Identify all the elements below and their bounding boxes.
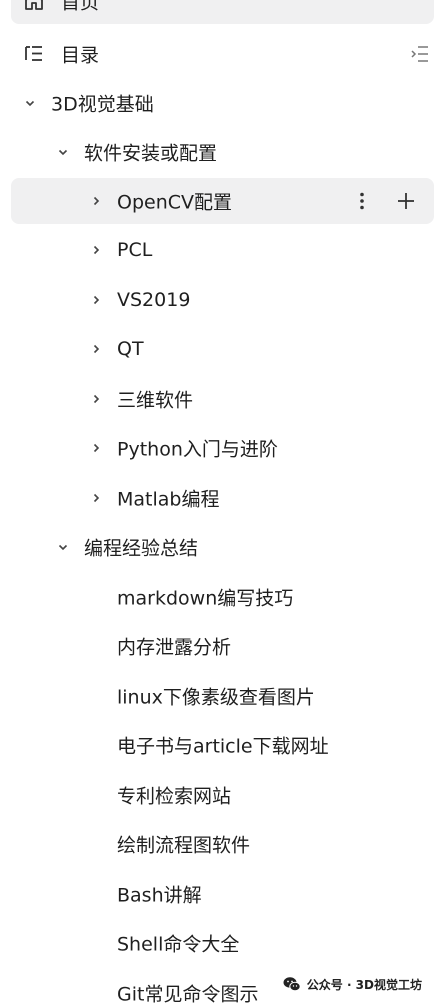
chevron-right-icon[interactable] — [89, 392, 103, 406]
tree-item-label: Bash讲解 — [117, 884, 202, 907]
more-vertical-icon[interactable] — [351, 190, 373, 212]
tree-item-python[interactable]: Python入门与进阶 — [11, 425, 434, 471]
tree-item-markdown[interactable]: markdown编写技巧 — [11, 574, 434, 620]
tree-item-opencv[interactable]: OpenCV配置 — [11, 178, 434, 224]
sidebar-page: 首页 目录 3D视觉基础 软件安装或配置 OpenCV配置 PCL VS2019… — [0, 0, 436, 1006]
chevron-right-icon[interactable] — [89, 491, 103, 505]
tree-node-root-label: 3D视觉基础 — [51, 93, 154, 116]
tree-item-label: Python入门与进阶 — [117, 438, 278, 461]
chevron-right-icon[interactable] — [89, 342, 103, 356]
watermark: 公众号 · 3D视觉工坊 — [282, 974, 422, 994]
tree-item-label: 专利检索网站 — [117, 785, 232, 808]
tree-item-patent[interactable]: 专利检索网站 — [11, 772, 434, 818]
tree-item-label: 电子书与article下载网址 — [117, 735, 329, 758]
plus-icon[interactable] — [395, 190, 417, 212]
tree-item-memory-leak[interactable]: 内存泄露分析 — [11, 623, 434, 669]
tree-item-vs2019[interactable]: VS2019 — [11, 277, 434, 323]
watermark-text: 公众号 · 3D视觉工坊 — [306, 977, 422, 992]
tree-item-label: VS2019 — [117, 289, 191, 311]
toc-icon — [25, 46, 42, 61]
tree-item-label: markdown编写技巧 — [117, 587, 294, 610]
tree-item-qt[interactable]: QT — [11, 326, 434, 372]
chevron-right-icon[interactable] — [89, 441, 103, 455]
tree-node-root[interactable]: 3D视觉基础 — [11, 80, 434, 126]
tree-item-label: Git常见命令图示 — [117, 983, 259, 1006]
tree-item-label: linux下像素级查看图片 — [117, 686, 315, 709]
tree-item-ebook[interactable]: 电子书与article下载网址 — [11, 722, 434, 768]
chevron-right-icon[interactable] — [89, 293, 103, 307]
toc-expand-icon[interactable] — [409, 43, 431, 65]
tree-item-bash[interactable]: Bash讲解 — [11, 871, 434, 917]
tree-item-shell[interactable]: Shell命令大全 — [11, 920, 434, 966]
tree-item-label: 内存泄露分析 — [117, 636, 232, 659]
tree-node-group-software-label: 软件安装或配置 — [84, 142, 218, 165]
tree-item-label: PCL — [117, 239, 153, 261]
tree-item-matlab[interactable]: Matlab编程 — [11, 475, 434, 521]
sidebar-item-home[interactable]: 首页 — [11, 0, 434, 24]
chevron-down-icon[interactable] — [56, 145, 70, 159]
tree-item-3d-software[interactable]: 三维软件 — [11, 376, 434, 422]
tree-item-pcl[interactable]: PCL — [11, 227, 434, 273]
wechat-icon — [283, 977, 301, 992]
tree-item-label: 绘制流程图软件 — [117, 834, 251, 857]
tree-item-label: Shell命令大全 — [117, 933, 240, 956]
chevron-down-icon[interactable] — [56, 540, 70, 554]
sidebar-item-toc[interactable]: 目录 — [11, 31, 434, 77]
tree-node-group-programming-label: 编程经验总结 — [84, 537, 199, 560]
sidebar-item-toc-label: 目录 — [61, 44, 100, 67]
tree-item-flowchart[interactable]: 绘制流程图软件 — [11, 821, 434, 867]
tree-node-group-software[interactable]: 软件安装或配置 — [11, 129, 434, 175]
tree-item-label: Matlab编程 — [117, 488, 220, 511]
chevron-right-icon[interactable] — [89, 194, 103, 208]
tree-item-label: QT — [117, 338, 144, 360]
chevron-right-icon[interactable] — [89, 243, 103, 257]
tree-item-linux-pixel[interactable]: linux下像素级查看图片 — [11, 673, 434, 719]
home-icon — [25, 0, 43, 10]
sidebar-item-home-label: 首页 — [61, 0, 100, 14]
tree-node-group-programming[interactable]: 编程经验总结 — [11, 524, 434, 570]
tree-item-label: OpenCV配置 — [117, 191, 233, 214]
chevron-down-icon[interactable] — [23, 96, 37, 110]
tree-item-label: 三维软件 — [117, 389, 194, 412]
